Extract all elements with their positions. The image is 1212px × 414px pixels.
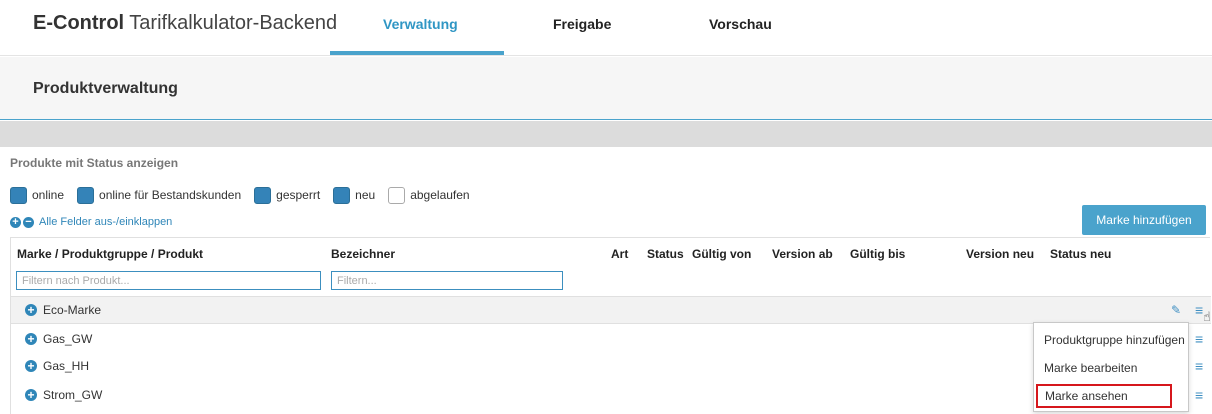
menu-icon[interactable]: ≡: [1195, 303, 1203, 317]
checkbox-neu[interactable]: neu: [333, 186, 376, 204]
expand-collapse-all[interactable]: + − Alle Felder aus-/einklappen: [10, 216, 172, 228]
row-label: Eco-Marke: [43, 303, 102, 317]
checkbox-online-bestandskunden[interactable]: online für Bestandskunden: [77, 186, 242, 204]
checkbox-box[interactable]: [10, 186, 27, 204]
add-brand-button[interactable]: Marke hinzufügen: [1082, 205, 1206, 235]
column-header-valid-from: Gültig von: [692, 247, 752, 261]
checkbox-label: gesperrt: [276, 188, 321, 202]
table-row[interactable]: + Gas_GW ≡: [11, 325, 1211, 353]
status-filter-label: Produkte mit Status anzeigen: [10, 156, 179, 170]
status-checkbox-row: online online für Bestandskunden gesperr…: [10, 186, 483, 204]
tab-freigabe[interactable]: Freigabe: [553, 16, 611, 56]
product-filter-input[interactable]: [16, 271, 321, 290]
menu-item-view-brand[interactable]: Marke ansehen: [1036, 384, 1172, 408]
expand-row-icon[interactable]: +: [25, 333, 37, 345]
pencil-icon[interactable]: ✎: [1171, 303, 1181, 317]
checkbox-box[interactable]: [254, 186, 272, 204]
top-navbar: E-Control Tarifkalkulator-Backend Verwal…: [0, 0, 1212, 56]
checkbox-abgelaufen[interactable]: abgelaufen: [388, 186, 470, 204]
column-header-identifier: Bezeichner: [331, 247, 396, 261]
page-title: Produktverwaltung: [33, 80, 178, 97]
column-header-valid-to: Gültig bis: [850, 247, 906, 261]
table-row[interactable]: + Strom_GW ≡: [11, 381, 1211, 409]
checkbox-label: online für Bestandskunden: [99, 188, 242, 202]
column-header-version-new: Version neu: [966, 247, 1035, 261]
plus-circle-icon[interactable]: +: [10, 216, 21, 228]
tab-verwaltung[interactable]: Verwaltung: [383, 16, 458, 56]
brand-name: Tarifkalkulator-Backend: [129, 12, 338, 34]
column-header-version-from: Version ab: [772, 247, 833, 261]
brand-bold: E-Control: [33, 12, 125, 34]
row-context-menu: Produktgruppe hinzufügen Marke bearbeite…: [1033, 322, 1189, 412]
tab-vorschau[interactable]: Vorschau: [709, 16, 772, 56]
menu-icon[interactable]: ≡: [1195, 388, 1203, 402]
checkbox-box[interactable]: [388, 186, 406, 204]
menu-item-add-product-group[interactable]: Produktgruppe hinzufügen: [1034, 327, 1190, 353]
app-brand: E-Control Tarifkalkulator-Backend: [33, 12, 337, 35]
column-header-product: Marke / Produktgruppe / Produkt: [17, 247, 204, 261]
checkbox-box[interactable]: [333, 186, 351, 204]
row-label: Gas_GW: [43, 332, 93, 346]
minus-circle-icon[interactable]: −: [23, 216, 34, 228]
row-label: Gas_HH: [43, 359, 90, 373]
checkbox-label: abgelaufen: [410, 188, 470, 202]
menu-icon[interactable]: ≡: [1195, 332, 1203, 346]
checkbox-label: online: [32, 188, 65, 202]
expand-row-icon[interactable]: +: [25, 389, 37, 401]
column-header-art: Art: [611, 247, 629, 261]
column-header-status: Status: [647, 247, 684, 261]
expand-row-icon[interactable]: +: [25, 360, 37, 372]
menu-item-edit-brand[interactable]: Marke bearbeiten: [1034, 355, 1190, 381]
identifier-filter-input[interactable]: [331, 271, 563, 290]
active-tab-indicator: [330, 51, 504, 55]
table-row[interactable]: + Eco-Marke ✎ ≡ ☝: [11, 296, 1211, 324]
table-row[interactable]: + Gas_HH ≡: [11, 352, 1211, 380]
section-header: Produktverwaltung: [0, 57, 1212, 120]
hand-cursor-icon: ☝: [1203, 309, 1211, 324]
toolbar-band: [0, 121, 1212, 147]
checkbox-gesperrt[interactable]: gesperrt: [254, 186, 321, 204]
row-label: Strom_GW: [43, 388, 103, 402]
menu-icon[interactable]: ≡: [1195, 359, 1203, 373]
expand-row-icon[interactable]: +: [25, 304, 37, 316]
product-table: Marke / Produktgruppe / Produkt Bezeichn…: [10, 237, 1211, 414]
expand-collapse-link[interactable]: Alle Felder aus-/einklappen: [39, 216, 172, 228]
column-header-status-new: Status neu: [1050, 247, 1112, 261]
checkbox-online[interactable]: online: [10, 186, 65, 204]
checkbox-box[interactable]: [77, 186, 95, 204]
checkbox-label: neu: [355, 188, 376, 202]
